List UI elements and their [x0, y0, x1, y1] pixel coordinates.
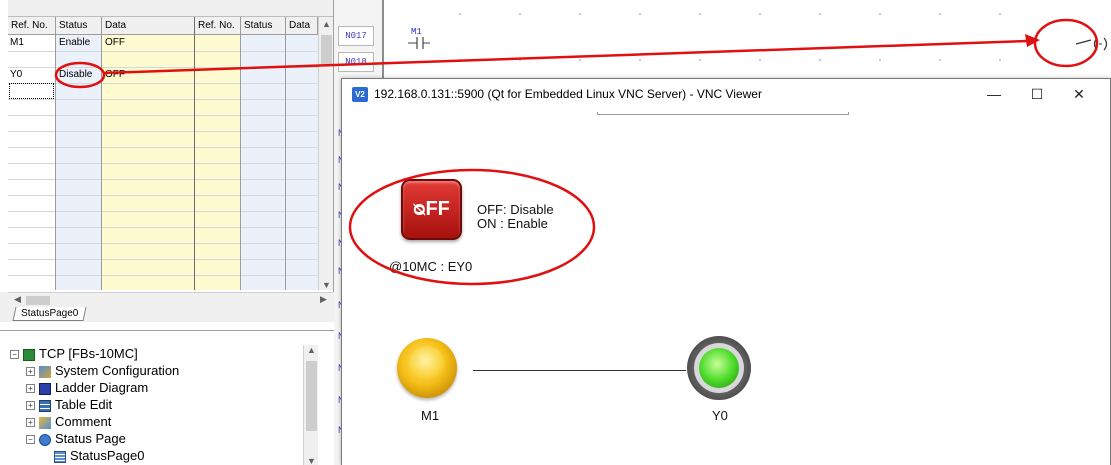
annotation-circle-button — [348, 168, 596, 286]
annotation-layer — [54, 18, 1099, 286]
annotation-arrow-line — [103, 39, 1029, 75]
annotation-circle-status — [54, 61, 106, 89]
annotation-circle-coil — [1033, 18, 1099, 68]
